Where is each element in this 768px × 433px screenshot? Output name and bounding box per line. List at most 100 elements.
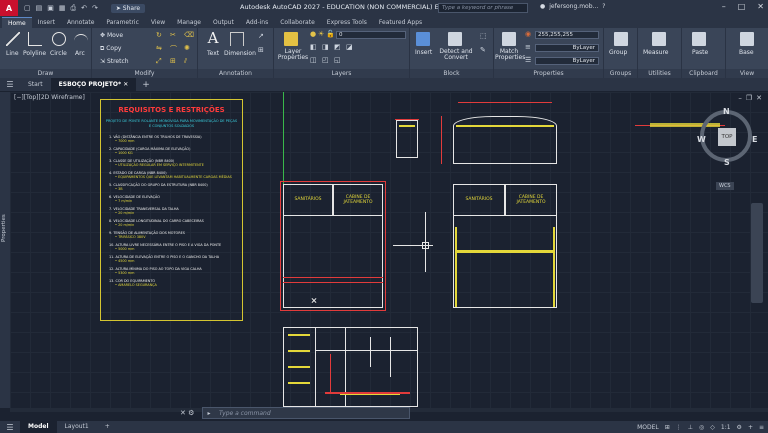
panel-block-label[interactable]: Block [410,69,493,78]
text-icon[interactable]: A [206,31,220,46]
grid-icon[interactable]: ⊞ [665,424,670,431]
arc-icon[interactable] [74,34,88,48]
layer-tool-4-icon[interactable]: ◪ [346,43,353,51]
scale-icon[interactable]: ⤢ [156,57,162,66]
panel-draw-label[interactable]: Draw [0,69,91,78]
paste-button[interactable]: Paste [692,49,708,56]
detect-convert-button[interactable]: Detect and Convert [438,49,474,61]
properties-side-panel[interactable]: Properties [0,92,10,408]
command-input[interactable]: Type a command [215,410,271,417]
mirror-icon[interactable]: ⇋ [156,44,162,52]
plus-icon[interactable]: + [748,424,753,431]
menu-icon[interactable]: ☰ [0,80,20,89]
save-icon[interactable]: ▣ [47,4,54,12]
panel-groups-label[interactable]: Groups [604,69,637,78]
close-tab-icon[interactable]: ✕ [123,81,128,88]
layer-tool-7-icon[interactable]: ◱ [334,56,341,64]
tab-view[interactable]: View [145,17,171,28]
layer-tool-3-icon[interactable]: ◩ [334,43,341,51]
color-dropdown[interactable]: 255,255,255 [535,31,599,39]
ortho-icon[interactable]: ⊥ [688,424,693,431]
offset-icon[interactable]: ⫽ [184,57,187,66]
base-icon[interactable] [740,32,754,46]
user-account[interactable]: ● jefersong.mob... ? [540,3,605,10]
redo-icon[interactable]: ↷ [92,4,98,12]
settings-icon[interactable]: ⚙ [737,424,742,431]
panel-modify-label[interactable]: Modify [92,69,197,78]
tab-add-ins[interactable]: Add-ins [240,17,274,28]
close-icon[interactable]: ✕ [757,2,764,11]
undo-icon[interactable]: ↶ [81,4,87,12]
dimension-button[interactable]: Dimension [224,50,256,57]
line-icon[interactable] [6,32,20,46]
match-properties-icon[interactable] [502,32,516,46]
panel-annotation-label[interactable]: Annotation [198,69,273,78]
polar-icon[interactable]: ◎ [699,424,704,431]
annotation-scale[interactable]: 1:1 [721,424,731,431]
layer-properties-button[interactable]: Layer Properties [277,49,309,61]
open-folder-icon[interactable]: ▤ [36,4,43,12]
layer-tool-2-icon[interactable]: ◨ [322,43,329,51]
create-block-icon[interactable]: ⬚ [480,32,487,40]
portal-frame-elevation[interactable] [453,116,557,164]
insert-icon[interactable] [416,32,430,46]
leader-icon[interactable]: ↗ [258,32,264,40]
share-button[interactable]: ➤ Share [110,3,146,13]
layer-properties-icon[interactable] [284,32,298,46]
paste-icon[interactable] [692,32,706,46]
close-command-icon[interactable]: ✕ [180,409,186,417]
circle-icon[interactable] [52,32,66,46]
viewport-restore-icon[interactable]: ❐ [746,94,752,102]
insert-button[interactable]: Insert [415,49,432,56]
tab-featured-apps[interactable]: Featured Apps [373,17,428,28]
tab-parametric[interactable]: Parametric [100,17,145,28]
tab-output[interactable]: Output [207,17,240,28]
osnap-icon[interactable]: ◇ [710,424,715,431]
help-icon[interactable]: ? [602,3,605,10]
copy-button[interactable]: ⧉ Copy [100,45,121,53]
viewcube[interactable]: TOP [700,110,752,162]
tab-model[interactable]: Model [20,421,57,433]
rotate-icon[interactable]: ↻ [156,31,162,39]
group-icon[interactable] [614,32,628,46]
layout-menu-icon[interactable]: ☰ [0,423,20,432]
fillet-icon[interactable]: ⌒ [170,44,177,54]
new-layout-icon[interactable]: + [97,421,118,433]
navigation-bar[interactable] [751,203,763,303]
layer-tool-5-icon[interactable]: ◫ [310,56,317,64]
tab-esboco-projeto[interactable]: ESBOÇO PROJETO* ✕ [50,78,137,91]
tab-start[interactable]: Start [20,78,51,91]
measure-button[interactable]: Measure [643,49,669,56]
viewcube-west[interactable]: W [697,135,706,144]
layer-freeze-icon[interactable]: ☀ [318,30,324,38]
command-line[interactable]: ▸ Type a command [202,407,410,419]
tab-manage[interactable]: Manage [171,17,207,28]
minimize-icon[interactable]: – [722,2,726,11]
panel-properties-label[interactable]: Properties [494,69,603,78]
polyline-icon[interactable] [28,32,42,46]
polyline-button[interactable]: Polyline [23,50,46,57]
tab-insert[interactable]: Insert [32,17,61,28]
viewport-minimize-icon[interactable]: – [738,94,742,102]
measure-icon[interactable] [652,32,666,46]
panel-layers-label[interactable]: Layers [274,69,409,78]
layer-tool-6-icon[interactable]: ◰ [322,56,329,64]
viewcube-south[interactable]: S [724,158,730,167]
maximize-icon[interactable]: □ [738,2,746,11]
new-file-icon[interactable]: ▢ [24,4,31,12]
explode-icon[interactable]: ✺ [184,44,190,52]
model-space-toggle[interactable]: MODEL [637,424,659,431]
viewport-close-icon[interactable]: ✕ [756,94,762,102]
viewport-controls-label[interactable]: [−][Top][2D Wireframe] [14,94,85,101]
layer-tool-1-icon[interactable]: ◧ [310,43,317,51]
tab-annotate[interactable]: Annotate [61,17,100,28]
print-icon[interactable]: ⎙ [71,4,77,13]
viewcube-east[interactable]: E [752,135,757,144]
drawing-area[interactable]: [−][Top][2D Wireframe] – ❐ ✕ REQUISITOS … [10,92,768,408]
tab-layout1[interactable]: Layout1 [57,421,97,433]
erase-icon[interactable]: ⌫ [184,31,194,39]
panel-clipboard-label[interactable]: Clipboard [682,69,725,78]
edit-block-icon[interactable]: ✎ [480,46,486,54]
dimension-icon[interactable] [230,32,244,46]
move-button[interactable]: ✥ Move [100,32,123,39]
